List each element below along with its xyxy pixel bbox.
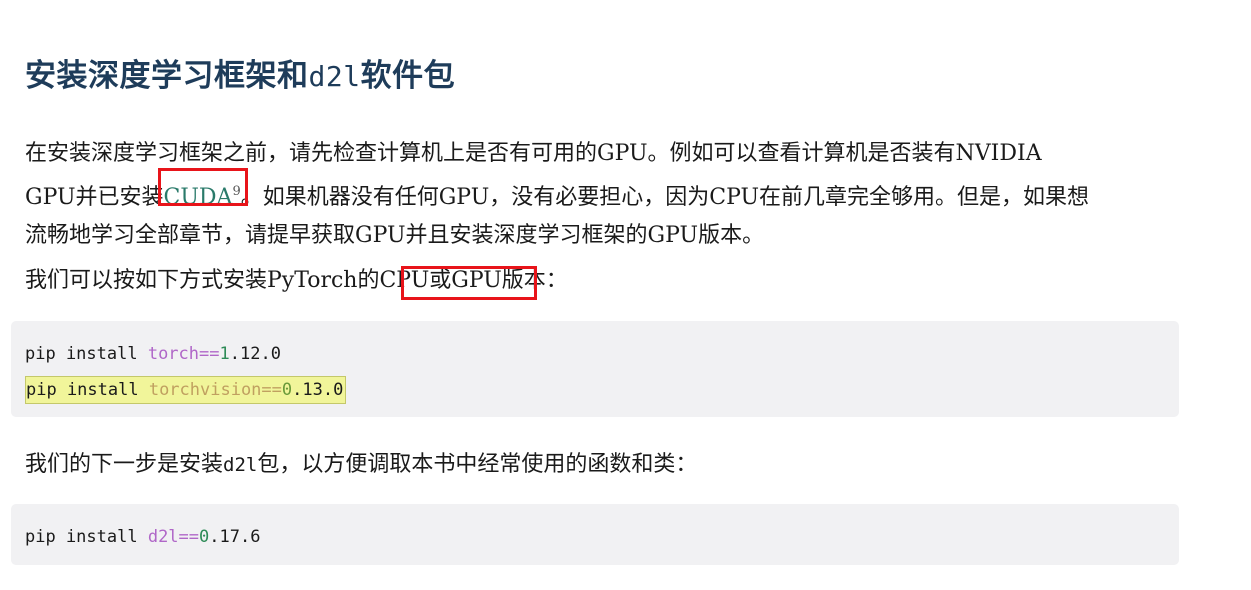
section-heading: 安装深度学习框架和d2l软件包 (25, 50, 455, 95)
code-version-major: 0 (199, 527, 210, 547)
para3-mono: d2l (223, 454, 258, 476)
code-package: torch (147, 344, 200, 364)
code-package: d2l (147, 527, 179, 547)
code-version-rest: .13.0 (292, 380, 344, 400)
para1-line-b-pre: GPU并已安装 (25, 185, 164, 210)
heading-text-post: 软件包 (360, 58, 456, 94)
para1-line-c: 流畅地学习全部章节，请提早获取GPU并且安装深度学习框架的GPU版本。 (25, 223, 765, 248)
code-package: torchvision (148, 380, 262, 400)
code-line-torch[interactable]: pip install torch==1.12.0 (25, 341, 281, 367)
code-line-torchvision-highlighted[interactable]: pip install torchvision==0.13.0 (25, 376, 347, 404)
cuda-highlight-box (158, 168, 248, 206)
code-version-major: 0 (281, 380, 293, 400)
para3-pre: 我们的下一步是安装 (25, 452, 224, 477)
code-block-pytorch[interactable]: pip install torch==1.12.0 pip install to… (11, 321, 1179, 417)
paragraph-install-d2l: 我们的下一步是安装d2l包，以方便调取本书中经常使用的函数和类： (25, 446, 1175, 484)
code-version-rest: .17.6 (209, 527, 261, 547)
code-operator: == (178, 527, 200, 547)
para1-line-b-post: 。如果机器没有任何GPU，没有必要担心，因为CPU在前几章完全够用。但是，如果想 (240, 185, 1090, 210)
heading-text-mono: d2l (308, 60, 361, 93)
code-cmd: pip install (26, 380, 149, 400)
code-operator: == (261, 380, 282, 400)
para2-pre: 我们可以按如下方式安装PyTorch的 (25, 268, 380, 293)
code-version-rest: .12.0 (229, 344, 281, 364)
code-cmd: pip install (25, 527, 148, 547)
para3-post: 包，以方便调取本书中经常使用的函数和类： (257, 452, 698, 477)
code-cmd: pip install (25, 344, 148, 364)
cpu-gpu-highlight-box (401, 266, 537, 300)
code-version-major: 1 (219, 344, 230, 364)
code-block-d2l[interactable]: pip install d2l==0.17.6 (11, 504, 1179, 565)
code-operator: == (199, 344, 220, 364)
paragraph-install-pytorch: 我们可以按如下方式安装PyTorch的CPU或GPU版本： (25, 262, 1175, 300)
para1-line-a: 在安装深度学习框架之前，请先检查计算机上是否有可用的GPU。例如可以查看计算机是… (25, 141, 1042, 166)
code-line-d2l[interactable]: pip install d2l==0.17.6 (25, 524, 260, 550)
heading-text-pre: 安装深度学习框架和 (25, 58, 309, 94)
